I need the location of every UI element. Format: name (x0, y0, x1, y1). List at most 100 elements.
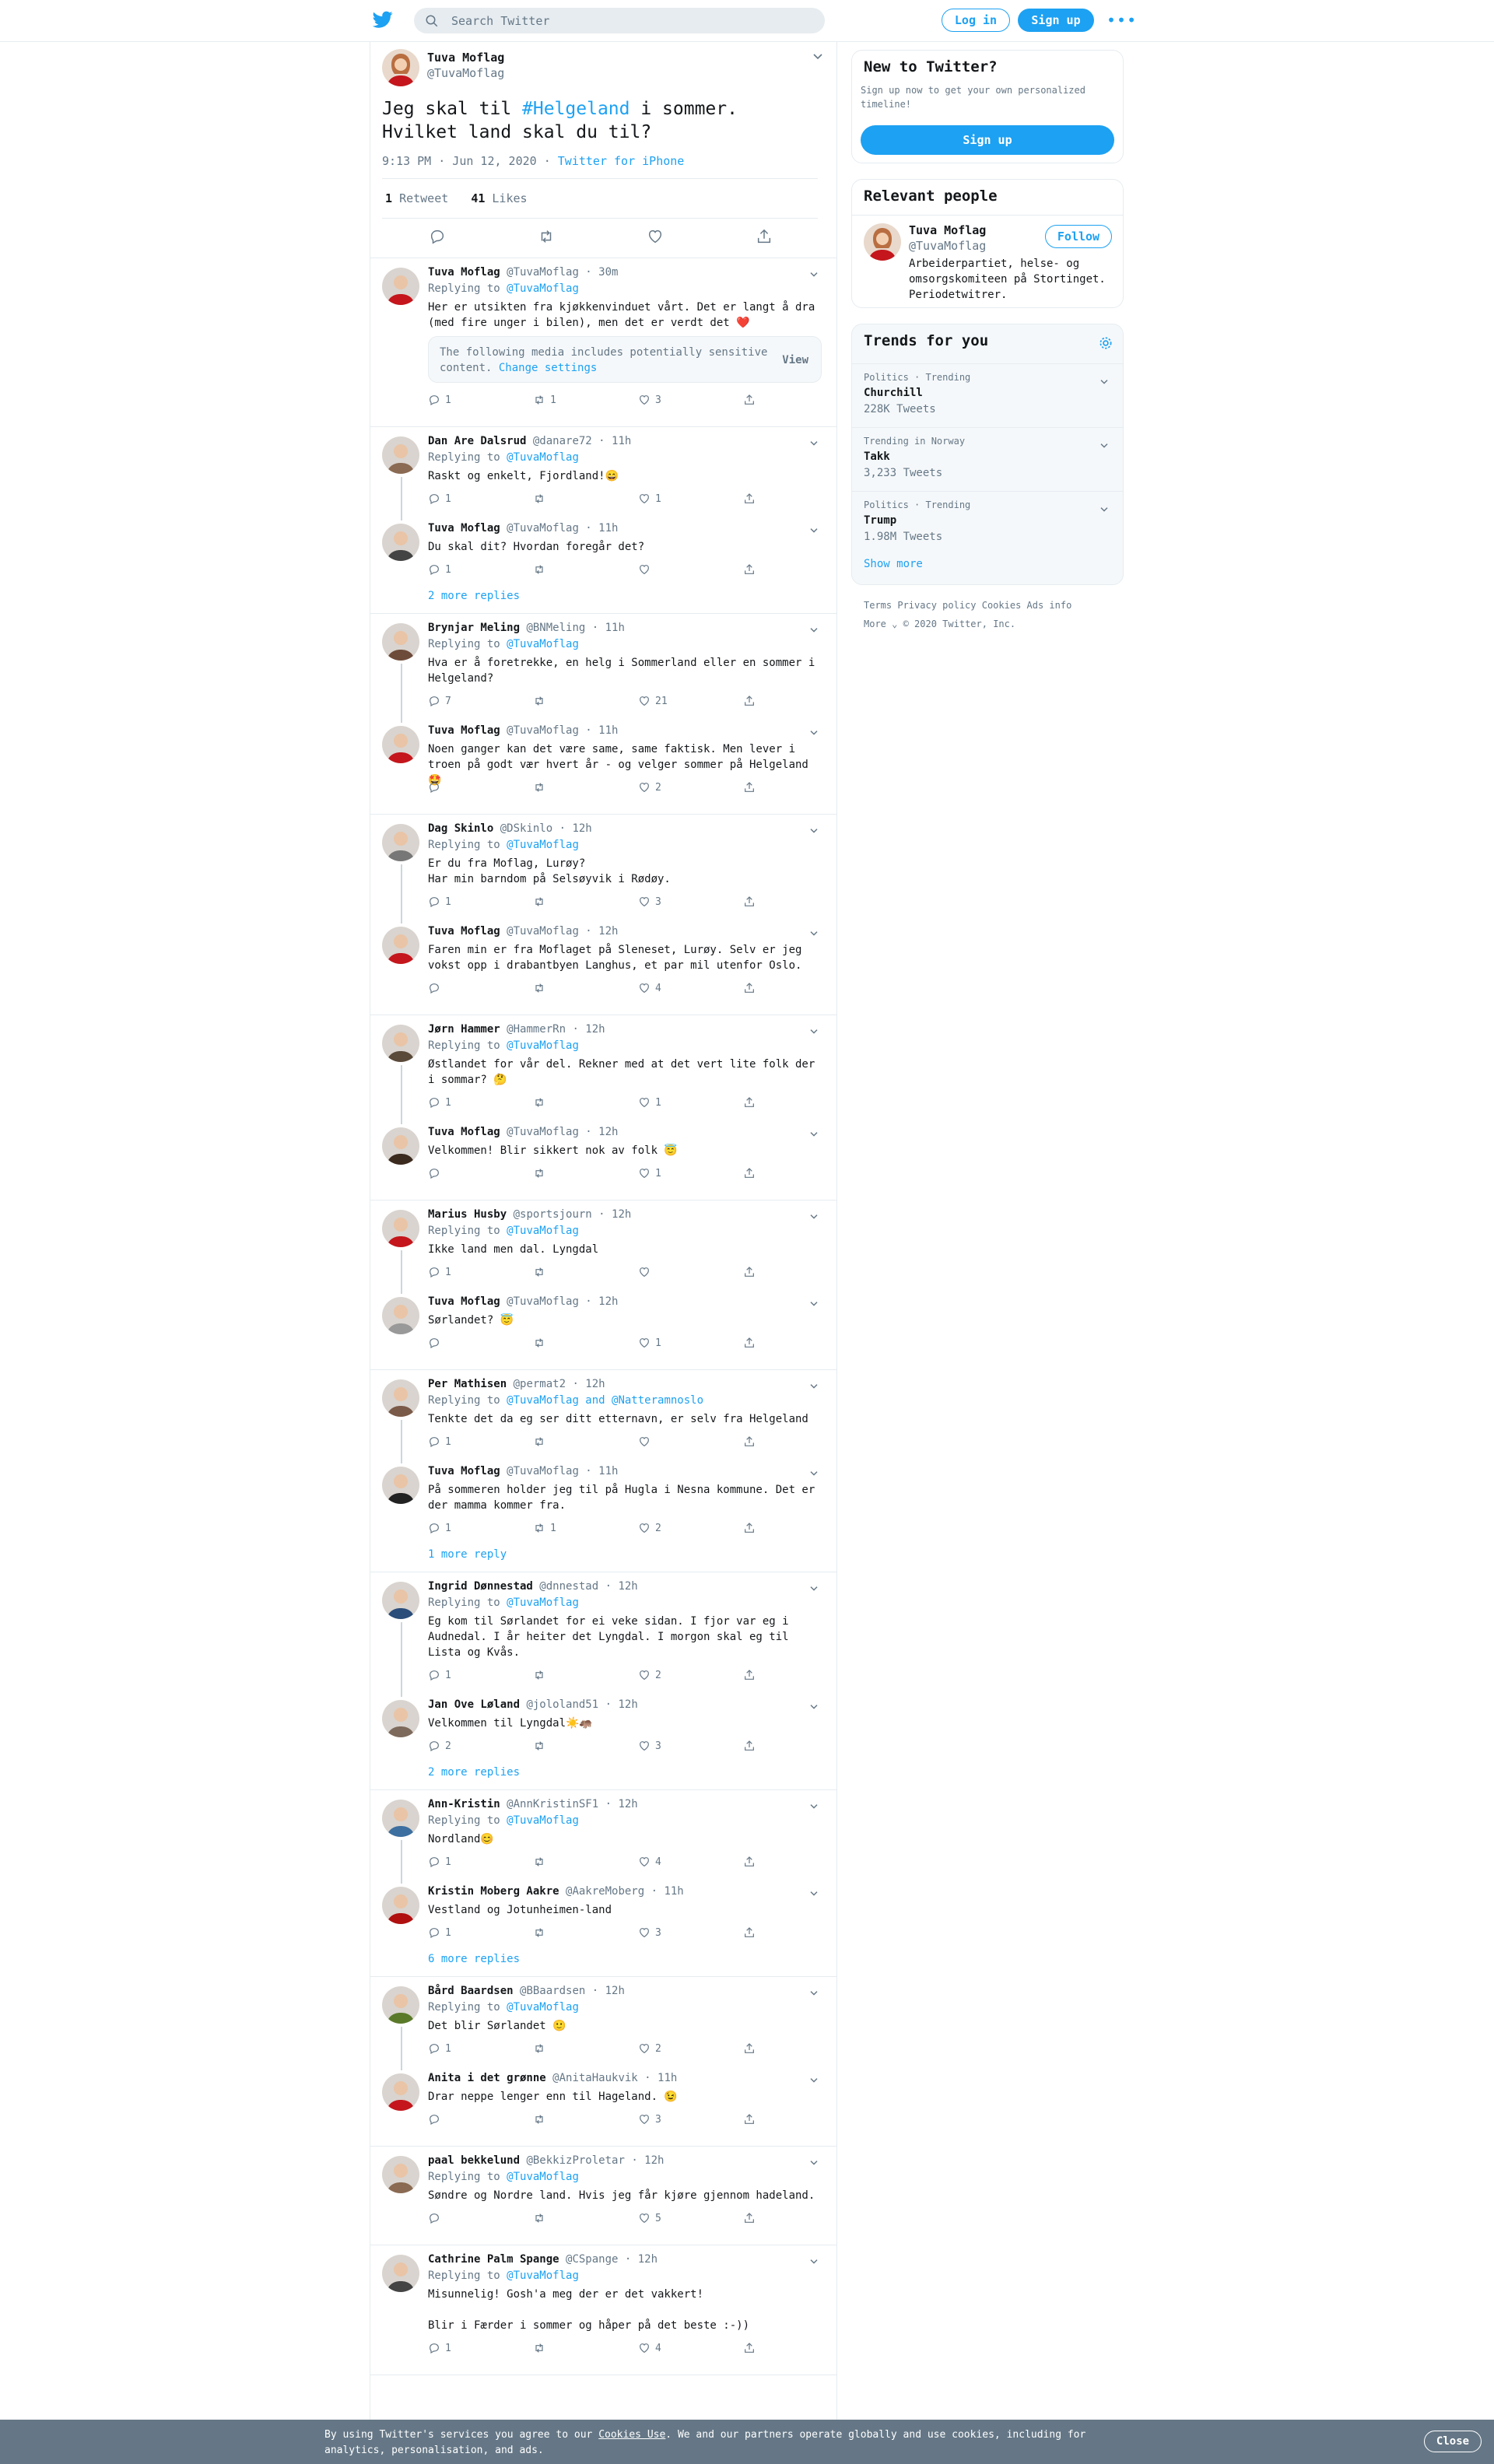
chevron-down-icon[interactable] (809, 438, 819, 449)
share-icon[interactable] (743, 2113, 756, 2127)
retweet-icon[interactable] (533, 2342, 550, 2356)
retweet-icon[interactable] (538, 228, 555, 248)
trend-item[interactable]: Trending in Norway Takk 3,233 Tweets (852, 427, 1123, 492)
avatar[interactable] (382, 726, 419, 763)
chevron-down-icon[interactable] (809, 1129, 819, 1140)
chevron-down-icon[interactable] (809, 2256, 819, 2267)
retweet-icon[interactable] (533, 2042, 550, 2056)
person-name[interactable]: Tuva Moflag (909, 223, 986, 237)
trend-item[interactable]: Politics · Trending Churchill 228K Tweets (852, 363, 1123, 428)
reply-author[interactable]: Tuva Moflag @TuvaMoflag · 12h (428, 1126, 618, 1138)
like-icon[interactable]: 1 (638, 1337, 661, 1351)
login-button[interactable]: Log in (942, 9, 1010, 32)
share-icon[interactable] (743, 1740, 756, 1754)
avatar[interactable] (382, 436, 419, 474)
reply-icon[interactable] (428, 1337, 445, 1351)
reply-icon[interactable] (428, 1167, 445, 1181)
retweet-icon[interactable] (533, 896, 550, 910)
like-icon[interactable]: 1 (638, 492, 661, 506)
chevron-down-icon[interactable] (809, 2075, 819, 2086)
retweet-stat[interactable]: 1 Retweet (385, 191, 448, 205)
retweet-icon[interactable] (533, 982, 550, 996)
signup-button[interactable]: Sign up (1018, 9, 1094, 32)
reply-icon[interactable]: 1 (428, 2342, 451, 2356)
chevron-down-icon[interactable] (812, 52, 823, 63)
avatar[interactable] (382, 524, 419, 561)
like-icon[interactable]: 1 (638, 1167, 661, 1181)
avatar[interactable] (382, 1887, 419, 1924)
like-icon[interactable]: 21 (638, 695, 668, 709)
reply-icon[interactable]: 1 (428, 492, 451, 506)
chevron-down-icon[interactable] (809, 1702, 819, 1712)
like-icon[interactable] (638, 1266, 655, 1280)
reply-author[interactable]: Dag Skinlo @DSkinlo · 12h (428, 822, 592, 835)
more-replies-link[interactable]: 1 more reply (428, 1548, 507, 1561)
trend-item[interactable]: Politics · Trending Trump 1.98M Tweets (852, 491, 1123, 556)
reply-icon[interactable] (428, 2212, 445, 2226)
share-icon[interactable] (743, 896, 756, 910)
more-replies-link[interactable]: 2 more replies (428, 590, 520, 602)
chevron-down-icon[interactable] (1099, 373, 1109, 388)
avatar[interactable] (382, 1210, 419, 1247)
reply-icon[interactable]: 7 (428, 695, 451, 709)
show-more-link[interactable]: Show more (864, 558, 923, 570)
reply-icon[interactable]: 1 (428, 1669, 451, 1683)
share-icon[interactable] (743, 695, 756, 709)
avatar[interactable] (382, 49, 419, 86)
share-icon[interactable] (743, 1669, 756, 1683)
reply-author[interactable]: Brynjar Meling @BNMeling · 11h (428, 622, 625, 634)
share-icon[interactable] (743, 2342, 756, 2356)
avatar[interactable] (382, 2156, 419, 2193)
like-icon[interactable]: 3 (638, 2113, 661, 2127)
chevron-down-icon[interactable] (809, 1211, 819, 1222)
reply-author[interactable]: Kristin Moberg Aakre @AakreMoberg · 11h (428, 1885, 684, 1898)
retweet-icon[interactable] (533, 1856, 550, 1870)
reply-icon[interactable]: 1 (428, 1522, 451, 1536)
reply-icon[interactable]: 1 (428, 896, 451, 910)
chevron-down-icon[interactable] (809, 2157, 819, 2168)
reply-author[interactable]: Jan Ove Løland @jololand51 · 12h (428, 1698, 638, 1711)
reply-author[interactable]: Per Mathisen @permat2 · 12h (428, 1378, 605, 1390)
like-icon[interactable]: 2 (638, 1522, 661, 1536)
like-icon[interactable]: 3 (638, 1926, 661, 1940)
more-replies-link[interactable]: 6 more replies (428, 1953, 520, 1965)
avatar[interactable] (382, 1297, 419, 1334)
reply-icon[interactable]: 1 (428, 394, 451, 408)
chevron-down-icon[interactable] (1099, 501, 1109, 516)
avatar[interactable] (382, 927, 419, 964)
reply-author[interactable]: Tuva Moflag @TuvaMoflag · 11h (428, 522, 618, 535)
share-icon[interactable] (743, 1926, 756, 1940)
more-replies-link[interactable]: 2 more replies (428, 1766, 520, 1779)
like-icon[interactable]: 2 (638, 1669, 661, 1683)
reply-author[interactable]: Dan Are Dalsrud @danare72 · 11h (428, 435, 631, 447)
reply-icon[interactable]: 1 (428, 1435, 451, 1449)
share-icon[interactable] (743, 1522, 756, 1536)
retweet-icon[interactable] (533, 1167, 550, 1181)
like-icon[interactable] (647, 228, 664, 248)
retweet-icon[interactable] (533, 1740, 550, 1754)
reply-author[interactable]: Tuva Moflag @TuvaMoflag · 11h (428, 724, 618, 737)
like-icon[interactable]: 1 (638, 1096, 661, 1110)
share-icon[interactable] (756, 228, 773, 248)
reply-author[interactable]: Ingrid Dønnestad @dnnestad · 12h (428, 1580, 638, 1593)
chevron-down-icon[interactable] (809, 269, 819, 280)
share-icon[interactable] (743, 563, 756, 577)
reply-author[interactable]: Tuva Moflag @TuvaMoflag · 12h (428, 925, 618, 938)
footer-more-link[interactable]: More (864, 619, 886, 629)
like-icon[interactable]: 2 (638, 781, 661, 795)
retweet-icon[interactable] (533, 781, 550, 795)
share-icon[interactable] (743, 1096, 756, 1110)
reply-author[interactable]: Jørn Hammer @HammerRn · 12h (428, 1023, 605, 1036)
avatar[interactable] (382, 2255, 419, 2292)
avatar[interactable] (382, 1700, 419, 1737)
share-icon[interactable] (743, 1856, 756, 1870)
like-icon[interactable]: 3 (638, 394, 661, 408)
share-icon[interactable] (743, 1337, 756, 1351)
retweet-icon[interactable] (533, 1337, 550, 1351)
twitter-logo-icon[interactable] (372, 9, 394, 30)
reply-icon[interactable] (429, 228, 446, 248)
person-handle[interactable]: @TuvaMoflag (909, 239, 986, 253)
chevron-down-icon[interactable] (809, 727, 819, 738)
chevron-down-icon[interactable] (809, 1583, 819, 1594)
avatar[interactable] (382, 2073, 419, 2111)
